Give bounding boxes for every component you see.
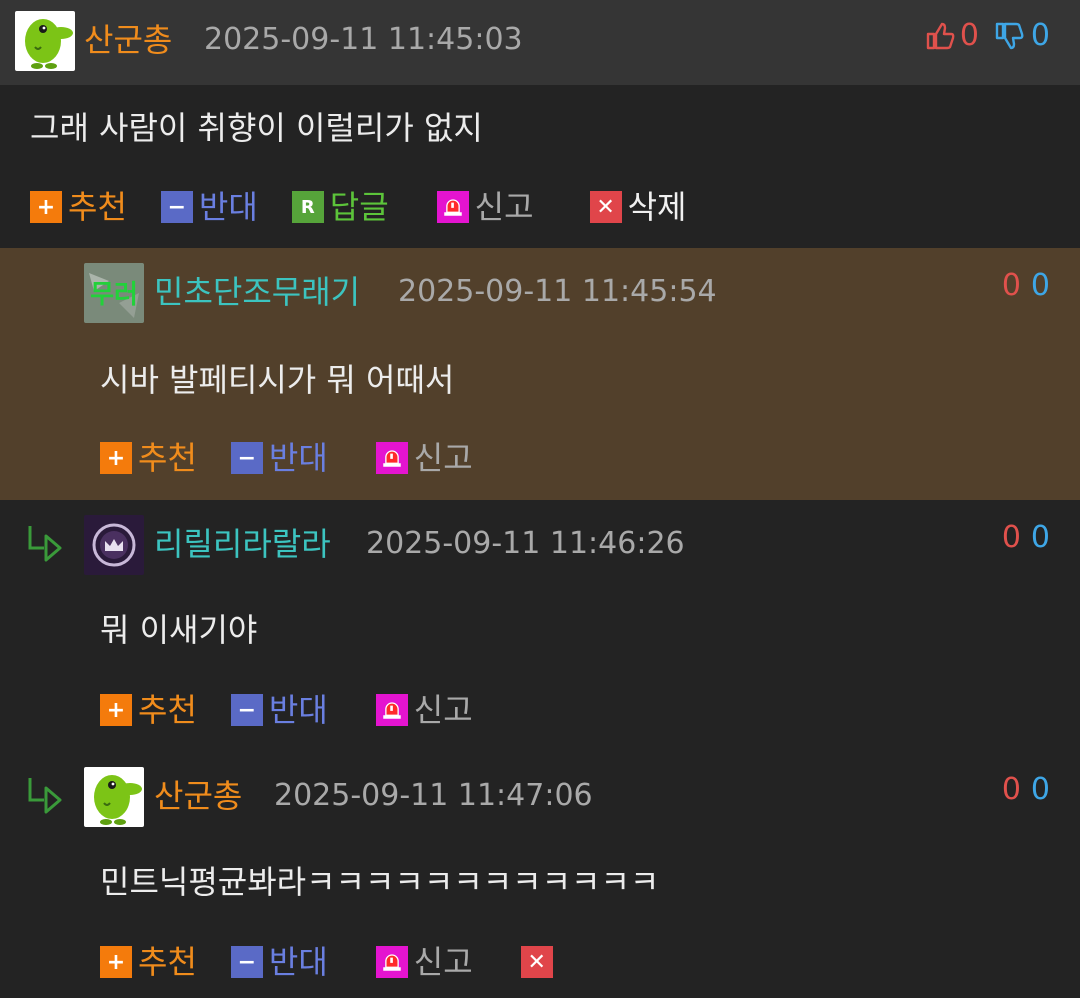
oppose-button[interactable]: − 반대 [230,690,328,730]
comment-timestamp: 2025-09-11 11:45:54 [398,274,717,309]
report-label: 신고 [413,943,473,981]
upvote-count[interactable]: 0 [1002,266,1021,306]
comment-actions: + 추천 − 반대 R 답글 신고 ✕ 삭제 [30,185,720,229]
report-label: 신고 [474,188,534,226]
plus-icon: + [100,694,132,726]
downvote-count[interactable]: 0 [1031,770,1050,810]
reply-arrow-icon [26,522,66,562]
author-nickname[interactable]: 민초단조무래기 [154,272,360,312]
upvote-count[interactable]: 0 [1002,770,1021,810]
recommend-label: 추천 [138,943,197,981]
report-button[interactable]: 신고 [375,942,473,982]
comment-actions: + 추천 − 반대 신고 [100,688,507,732]
minus-icon: − [160,191,193,223]
delete-button[interactable]: ✕ 삭제 [589,187,687,227]
recommend-button[interactable]: + 추천 [30,187,127,227]
avatar-label: 무러 [90,280,138,310]
author-nickname[interactable]: 리릴리라랄라 [154,524,331,564]
reply-icon: R [291,191,324,223]
comment-text: 그래 사람이 취향이 이럴리가 없지 [30,109,483,147]
avatar[interactable] [84,515,144,575]
comment-text: 민트닉평균봐라ㅋㅋㅋㅋㅋㅋㅋㅋㅋㅋㅋㅋ [100,863,660,901]
comment: 산군총 2025-09-11 11:45:03 0 0 그래 사람이 취향이 이… [0,0,1080,248]
oppose-label: 반대 [268,943,328,981]
upvote-count[interactable]: 0 [1002,518,1021,558]
comment-text: 시바 발페티시가 뭐 어때서 [100,361,455,399]
upvote-count: 0 [959,18,979,53]
report-label: 신고 [413,439,473,477]
reply-comment: 산군총 2025-09-11 11:47:06 0 0 민트닉평균봐라ㅋㅋㅋㅋㅋ… [0,752,1080,998]
recommend-button[interactable]: + 추천 [100,438,197,478]
close-icon: ✕ [589,191,622,223]
author-nickname[interactable]: 산군총 [154,776,242,816]
avatar[interactable] [15,11,75,71]
thumbs-up-icon[interactable] [924,20,956,52]
reply-label: 답글 [329,188,389,226]
vote-counts: 0 0 [1002,518,1050,558]
report-label: 신고 [413,691,473,729]
downvote-count[interactable]: 0 [1031,266,1050,306]
plus-icon: + [30,191,62,223]
downvote-count[interactable]: 0 [1031,518,1050,558]
plus-icon: + [100,946,132,978]
comment-actions: + 추천 − 반대 신고 ✕ [100,940,593,984]
recommend-label: 추천 [138,439,197,477]
recommend-label: 추천 [68,188,127,226]
reply-arrow-icon [26,774,66,814]
siren-icon [375,442,408,474]
siren-icon [436,191,469,223]
vote-counts: 0 0 [1002,770,1050,810]
report-button[interactable]: 신고 [375,690,473,730]
oppose-label: 반대 [268,691,328,729]
comment-text: 뭐 이새기야 [100,611,258,649]
oppose-button[interactable]: − 반대 [160,187,258,227]
recommend-button[interactable]: + 추천 [100,690,197,730]
reply-button[interactable]: R 답글 [291,187,389,227]
plus-icon: + [100,442,132,474]
oppose-label: 반대 [268,439,328,477]
comment-actions: + 추천 − 반대 신고 [100,436,507,480]
report-button[interactable]: 신고 [436,187,534,227]
siren-icon [375,946,408,978]
oppose-label: 반대 [198,188,258,226]
close-icon: ✕ [520,946,553,978]
delete-button[interactable]: ✕ [520,946,559,978]
oppose-button[interactable]: − 반대 [230,942,328,982]
downvote-count: 0 [1030,18,1050,53]
avatar[interactable]: 무러 [84,263,144,323]
reply-comment: 리릴리라랄라 2025-09-11 11:46:26 0 0 뭐 이새기야 + … [0,500,1080,752]
comment-timestamp: 2025-09-11 11:45:03 [204,22,523,57]
recommend-button[interactable]: + 추천 [100,942,197,982]
report-button[interactable]: 신고 [375,438,473,478]
recommend-label: 추천 [138,691,197,729]
delete-label: 삭제 [627,188,687,226]
comment-timestamp: 2025-09-11 11:46:26 [366,526,685,561]
author-nickname[interactable]: 산군총 [84,20,172,60]
minus-icon: − [230,946,263,978]
reply-comment: 무러 민초단조무래기 2025-09-11 11:45:54 0 0 시바 발페… [0,248,1080,500]
vote-counts: 0 0 [924,16,1050,56]
vote-counts: 0 0 [1002,266,1050,306]
comment-timestamp: 2025-09-11 11:47:06 [274,778,593,813]
avatar[interactable] [84,767,144,827]
minus-icon: − [230,694,263,726]
oppose-button[interactable]: − 반대 [230,438,328,478]
minus-icon: − [230,442,263,474]
thumbs-down-icon[interactable] [993,20,1025,52]
siren-icon [375,694,408,726]
